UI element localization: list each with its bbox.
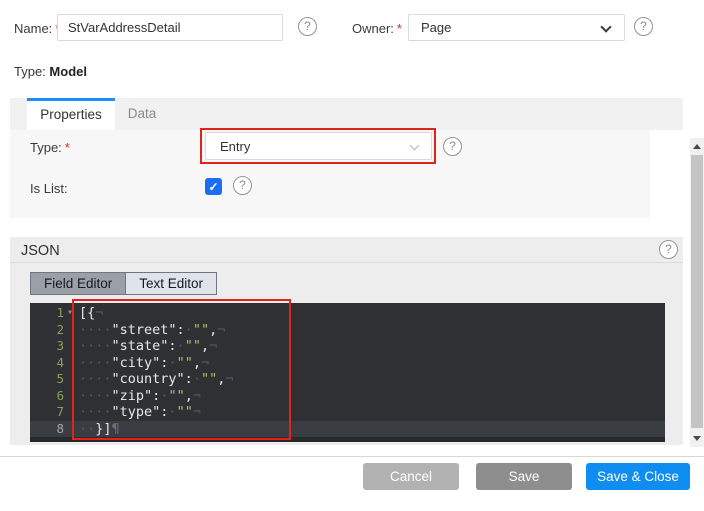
code-text: ····"zip":·"",¬: [76, 388, 201, 405]
chevron-down-icon: [600, 21, 611, 32]
line-number: 6: [30, 388, 64, 405]
scrollbar-thumb[interactable]: [691, 155, 703, 428]
line-number: 8: [30, 421, 64, 438]
line-number: 3: [30, 338, 64, 355]
owner-label: Owner:*: [352, 21, 402, 36]
json-section: JSON ? Field Editor Text Editor 1▾[{¬2··…: [10, 237, 683, 445]
json-section-header: JSON: [10, 237, 683, 263]
properties-panel: Type:* Entry ? Is List: ?: [10, 130, 650, 218]
owner-help-icon[interactable]: ?: [634, 17, 653, 36]
name-input[interactable]: [57, 14, 283, 41]
code-lines: 1▾[{¬2····"street":·"",¬3····"state":·""…: [30, 305, 665, 437]
code-text: ····"city":·"",¬: [76, 355, 209, 372]
scroll-up-icon[interactable]: [693, 144, 701, 149]
line-number: 1: [30, 305, 64, 322]
name-label: Name:*: [14, 21, 60, 36]
cancel-button[interactable]: Cancel: [363, 463, 459, 490]
tab-properties[interactable]: Properties: [27, 98, 115, 130]
line-number: 4: [30, 355, 64, 372]
line-number: 5: [30, 371, 64, 388]
vertical-scrollbar[interactable]: [690, 138, 704, 447]
is-list-checkbox[interactable]: [205, 178, 222, 195]
required-asterisk: *: [65, 140, 70, 155]
fold-arrow-icon[interactable]: ▾: [64, 305, 76, 322]
owner-select-value: Page: [421, 20, 451, 35]
code-line: 4 ····"city":·"",¬: [30, 355, 665, 372]
code-line: 6 ····"zip":·"",¬: [30, 388, 665, 405]
code-line: 3 ····"state":·"",¬: [30, 338, 665, 355]
type-field-label: Type:*: [30, 140, 70, 155]
gutter-spacer: [64, 371, 76, 388]
line-number: 2: [30, 322, 64, 339]
gutter-spacer: [64, 322, 76, 339]
editor-horizontal-scrollbar[interactable]: [30, 437, 665, 442]
field-editor-tab[interactable]: Field Editor: [31, 273, 125, 294]
code-text: ····"state":·"",¬: [76, 338, 217, 355]
code-line: 5 ····"country":·"",¬: [30, 371, 665, 388]
code-line: 1▾[{¬: [30, 305, 665, 322]
code-line: 2 ····"street":·"",¬: [30, 322, 665, 339]
chevron-down-icon: [410, 141, 420, 151]
variable-editor-dialog: Name:* ? Owner:* Page ? Type: Model Prop…: [0, 0, 704, 511]
footer-divider: [0, 456, 704, 457]
required-asterisk: *: [397, 21, 402, 36]
gutter-spacer: [64, 421, 76, 438]
is-list-label: Is List:: [30, 181, 68, 196]
type-help-icon[interactable]: ?: [443, 137, 462, 156]
code-text: ··}]¶: [76, 421, 120, 438]
code-text: ····"street":·"",¬: [76, 322, 225, 339]
json-help-icon[interactable]: ?: [659, 240, 678, 259]
editor-mode-toggle: Field Editor Text Editor: [30, 272, 217, 295]
is-list-help-icon[interactable]: ?: [233, 176, 252, 195]
scroll-down-icon[interactable]: [693, 436, 701, 441]
line-number: 7: [30, 404, 64, 421]
text-editor-tab[interactable]: Text Editor: [125, 273, 216, 294]
json-code-editor[interactable]: 1▾[{¬2····"street":·"",¬3····"state":·""…: [30, 303, 665, 442]
save-and-close-button[interactable]: Save & Close: [586, 463, 690, 490]
code-line: 7 ····"type":·""¬: [30, 404, 665, 421]
variable-type-value: Model: [49, 64, 87, 79]
tab-bar: Properties Data: [10, 98, 683, 130]
save-button[interactable]: Save: [476, 463, 572, 490]
gutter-spacer: [64, 404, 76, 421]
variable-type-text: Type: Model: [14, 64, 87, 79]
code-text: [{¬: [76, 305, 103, 322]
code-text: ····"country":·"",¬: [76, 371, 233, 388]
owner-select[interactable]: Page: [408, 14, 625, 41]
json-section-title: JSON: [21, 243, 60, 259]
name-help-icon[interactable]: ?: [298, 17, 317, 36]
gutter-spacer: [64, 355, 76, 372]
code-text: ····"type":·""¬: [76, 404, 201, 421]
gutter-spacer: [64, 338, 76, 355]
type-select-value: Entry: [220, 139, 250, 154]
tab-data[interactable]: Data: [115, 98, 169, 130]
code-line: 8 ··}]¶: [30, 421, 665, 438]
type-select[interactable]: Entry: [205, 132, 432, 160]
gutter-spacer: [64, 388, 76, 405]
